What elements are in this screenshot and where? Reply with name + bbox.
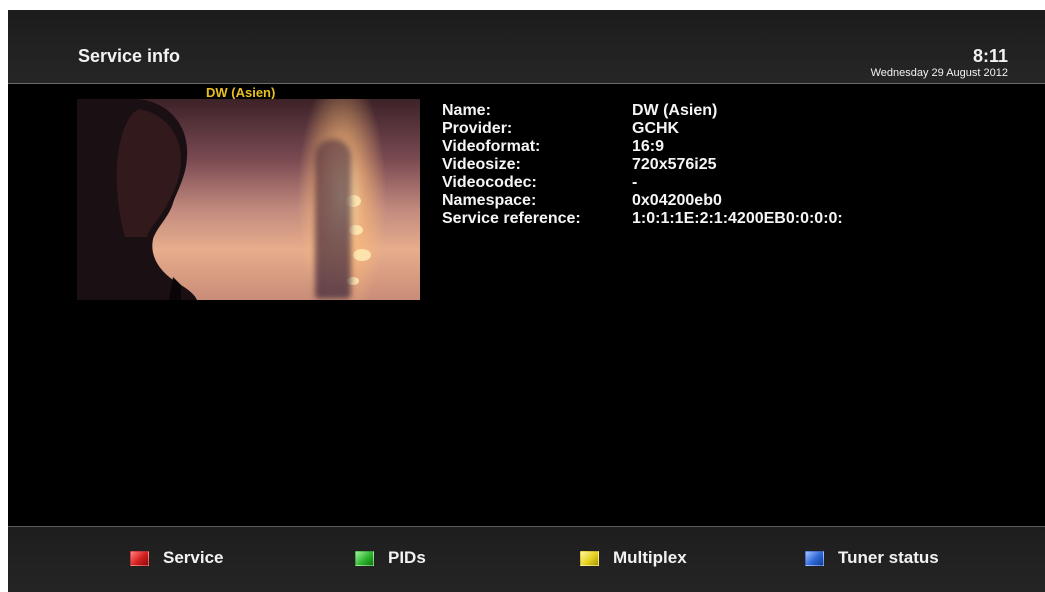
service-button[interactable]: Service [130, 548, 224, 568]
standing-figure-silhouette [315, 139, 351, 299]
blue-key-icon [805, 550, 824, 566]
clock-time: 8:11 [972, 46, 1008, 66]
multiplex-button-label: Multiplex [613, 548, 687, 567]
info-key: Namespace: [442, 192, 537, 209]
info-value: 720x576i25 [632, 156, 717, 173]
multiplex-button[interactable]: Multiplex [580, 548, 687, 568]
info-value: - [632, 174, 638, 191]
info-value: 1:0:1:1E:2:1:4200EB0:0:0:0: [632, 210, 843, 227]
info-key: Name: [442, 102, 491, 119]
pids-button[interactable]: PIDs [355, 548, 426, 568]
info-value: 16:9 [632, 138, 665, 155]
green-key-icon [355, 550, 374, 566]
info-value: DW (Asien) [632, 102, 718, 119]
yellow-key-icon [580, 550, 599, 566]
color-key-bar: Service PIDs Multiplex Tuner status [8, 527, 1045, 592]
light-reflection [353, 249, 371, 261]
page-title: Service info [78, 46, 181, 66]
clock-date: Wednesday 29 August 2012 [870, 67, 1008, 79]
light-reflection [349, 225, 363, 235]
video-preview [77, 99, 420, 300]
info-key: Videocodec: [442, 174, 537, 191]
service-button-label: Service [163, 548, 224, 567]
pids-button-label: PIDs [388, 548, 426, 567]
red-key-icon [130, 550, 149, 566]
info-value: GCHK [632, 120, 680, 137]
info-row-videocodec: Videocodec: - [442, 174, 843, 192]
info-row-provider: Provider: GCHK [442, 120, 843, 138]
info-key: Videosize: [442, 156, 521, 173]
info-row-namespace: Namespace: 0x04200eb0 [442, 192, 843, 210]
header-bar: Service info 8:11 Wednesday 29 August 20… [8, 10, 1045, 84]
preview-channel-label: DW (Asien) [206, 85, 276, 100]
info-value: 0x04200eb0 [632, 192, 722, 209]
tuner-status-button[interactable]: Tuner status [805, 548, 939, 568]
service-info-screen: Service info 8:11 Wednesday 29 August 20… [8, 10, 1045, 592]
info-row-videosize: Videosize: 720x576i25 [442, 156, 843, 174]
info-key: Service reference: [442, 210, 581, 227]
tuner-status-button-label: Tuner status [838, 548, 939, 567]
woman-profile-silhouette [77, 99, 197, 300]
service-info-table: Name: DW (Asien) Provider: GCHK Videofor… [442, 102, 843, 228]
info-row-name: Name: DW (Asien) [442, 102, 843, 120]
info-row-service-reference: Service reference: 1:0:1:1E:2:1:4200EB0:… [442, 210, 843, 228]
info-key: Videoformat: [442, 138, 541, 155]
info-key: Provider: [442, 120, 513, 137]
info-row-videoformat: Videoformat: 16:9 [442, 138, 843, 156]
